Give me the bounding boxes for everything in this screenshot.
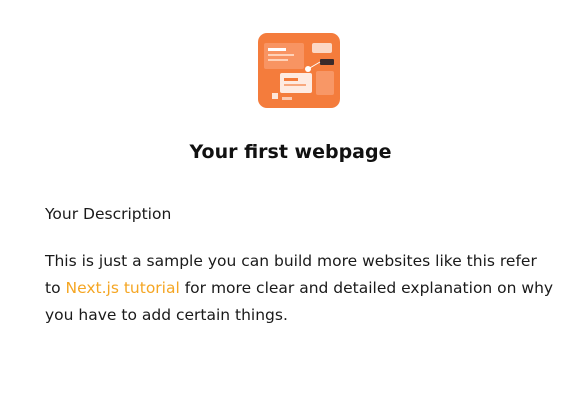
description-heading: Your Description — [45, 205, 172, 223]
page-title: Your first webpage — [189, 141, 392, 163]
body-paragraph: This is just a sample you can build more… — [45, 248, 555, 329]
hero-illustration-icon — [258, 33, 340, 108]
nextjs-tutorial-link[interactable]: Next.js tutorial — [66, 279, 180, 297]
